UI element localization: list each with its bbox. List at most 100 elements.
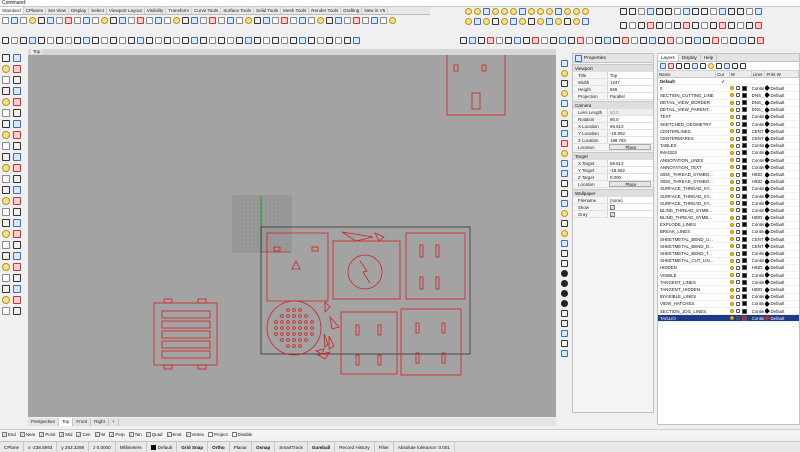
toolbar-tab-select[interactable]: Select — [89, 7, 107, 14]
tool-blue-icon[interactable] — [191, 17, 198, 24]
target-prop-value[interactable]: 0.000 — [607, 174, 653, 180]
tool-wire-icon[interactable] — [737, 8, 744, 15]
tool-wire-icon[interactable] — [308, 37, 315, 44]
status-toggle-record-history[interactable]: Record History — [335, 441, 375, 452]
left-tool-icon[interactable] — [13, 142, 21, 150]
layer-lock-icon[interactable] — [735, 230, 740, 235]
layer-lock-icon[interactable] — [735, 201, 740, 206]
left-tool-icon[interactable] — [2, 307, 10, 315]
tool--icon[interactable] — [701, 22, 708, 29]
camera-prop-value[interactable]: -18.062 — [607, 130, 653, 136]
panel-tool-icon[interactable] — [560, 190, 568, 197]
layer-color-swatch[interactable] — [741, 251, 747, 257]
tool-yellow-icon[interactable] — [537, 18, 544, 25]
toolbar-tab-new-in-v5[interactable]: New in V5 — [362, 7, 389, 14]
layer-visible-icon[interactable] — [729, 208, 734, 213]
layer-color-swatch[interactable] — [741, 100, 747, 106]
tool-blue-icon[interactable] — [245, 37, 252, 44]
tool-red-icon[interactable] — [487, 37, 494, 44]
osnap-checkbox[interactable]: ✓ — [59, 431, 65, 437]
tool--icon[interactable] — [56, 17, 63, 24]
tool--icon[interactable] — [173, 37, 180, 44]
left-tool-icon[interactable] — [13, 263, 21, 271]
osnap-cen[interactable]: ✓ Cen — [76, 431, 91, 437]
layer-print-width[interactable]: Default — [765, 185, 799, 192]
layer-color-swatch[interactable] — [741, 186, 747, 192]
toolbar-tab-display[interactable]: Display — [69, 7, 90, 14]
left-tool-icon[interactable] — [13, 219, 21, 227]
layer-print-width[interactable]: Default — [765, 157, 799, 164]
panel-tool-icon[interactable] — [560, 230, 568, 237]
layer-linetype[interactable]: Contin — [752, 193, 766, 200]
layer-lock-icon[interactable] — [735, 309, 740, 314]
tool--icon[interactable] — [2, 17, 9, 24]
panel-tool-icon[interactable] — [560, 160, 568, 167]
layer-lock-icon[interactable] — [735, 273, 740, 278]
tool-yellow-icon[interactable] — [245, 17, 252, 24]
left-tool-icon[interactable] — [2, 263, 10, 271]
tool--icon[interactable] — [155, 37, 162, 44]
tool-yellow-icon[interactable] — [519, 18, 526, 25]
toolbar-tab-visibility[interactable]: Visibility — [145, 7, 167, 14]
tool-red-icon[interactable] — [667, 37, 674, 44]
left-tool-icon[interactable] — [13, 307, 21, 315]
tool-yellow-icon[interactable] — [555, 18, 562, 25]
left-tool-icon[interactable] — [2, 241, 10, 249]
tool--icon[interactable] — [721, 37, 728, 44]
tool-wire-icon[interactable] — [164, 37, 171, 44]
layer-linetype[interactable]: CENT — [752, 243, 766, 250]
layer-color-swatch[interactable] — [741, 179, 747, 185]
tool-wire-icon[interactable] — [146, 37, 153, 44]
wallpaper-gray-checkbox[interactable]: ✓ — [610, 212, 615, 217]
tool-yellow-icon[interactable] — [510, 8, 517, 15]
tool-wire-icon[interactable] — [236, 37, 243, 44]
tool-blue-icon[interactable] — [263, 17, 270, 24]
layer-linetype[interactable]: HIDD — [752, 264, 766, 271]
tool--icon[interactable] — [638, 8, 645, 15]
left-tool-icon[interactable] — [2, 197, 10, 205]
layer-lock-icon[interactable] — [735, 208, 740, 213]
tool-red-icon[interactable] — [647, 22, 654, 29]
layer-print-width[interactable]: Default — [765, 236, 799, 243]
tool-yellow-icon[interactable] — [501, 8, 508, 15]
tool-blue-icon[interactable] — [559, 37, 566, 44]
layer-tool-icon[interactable] — [740, 63, 746, 69]
tool--icon[interactable] — [586, 37, 593, 44]
target-place-button[interactable]: Place — [609, 181, 651, 187]
tool-wire-icon[interactable] — [658, 37, 665, 44]
layer-color-swatch[interactable] — [741, 243, 747, 249]
tool-blue-icon[interactable] — [555, 8, 562, 15]
viewport-canvas[interactable] — [28, 55, 556, 417]
tool--icon[interactable] — [629, 22, 636, 29]
left-tool-icon[interactable] — [13, 65, 21, 73]
layers-tab-layers[interactable]: Layers — [658, 54, 679, 61]
tool-wire-icon[interactable] — [326, 17, 333, 24]
layer-lock-icon[interactable] — [735, 280, 740, 285]
layer-lock-icon[interactable] — [735, 136, 740, 141]
status-toggle-osnap[interactable]: Osnap — [252, 441, 276, 452]
left-tool-icon[interactable] — [13, 252, 21, 260]
layer-lock-icon[interactable] — [735, 158, 740, 163]
camera-prop-value[interactable]: 90.0 — [607, 116, 653, 122]
left-tool-icon[interactable] — [2, 274, 10, 282]
layer-lock-icon[interactable] — [735, 251, 740, 256]
tool-blue-icon[interactable] — [604, 37, 611, 44]
layer-linetype[interactable]: Contin — [752, 157, 766, 164]
layer-visible-icon[interactable] — [729, 172, 734, 177]
tool--icon[interactable] — [674, 8, 681, 15]
tool-yellow-icon[interactable] — [465, 8, 472, 15]
target-prop-value[interactable]: 69.613 — [607, 160, 653, 166]
layer-color-swatch[interactable] — [741, 143, 747, 149]
layer-linetype[interactable]: Contin — [752, 85, 766, 92]
tool-blue-icon[interactable] — [649, 37, 656, 44]
layer-visible-icon[interactable] — [729, 122, 734, 127]
layer-tool-icon[interactable] — [716, 63, 722, 69]
tool-wire-icon[interactable] — [460, 37, 467, 44]
layer-color-swatch[interactable] — [741, 85, 747, 91]
layer-color-swatch[interactable] — [741, 222, 747, 228]
layer-linetype[interactable]: Contin — [752, 221, 766, 228]
layer-visible-icon[interactable] — [729, 258, 734, 263]
layer-print-width[interactable]: Default — [765, 221, 799, 228]
tool-yellow-icon[interactable] — [483, 18, 490, 25]
layer-visible-icon[interactable] — [729, 251, 734, 256]
